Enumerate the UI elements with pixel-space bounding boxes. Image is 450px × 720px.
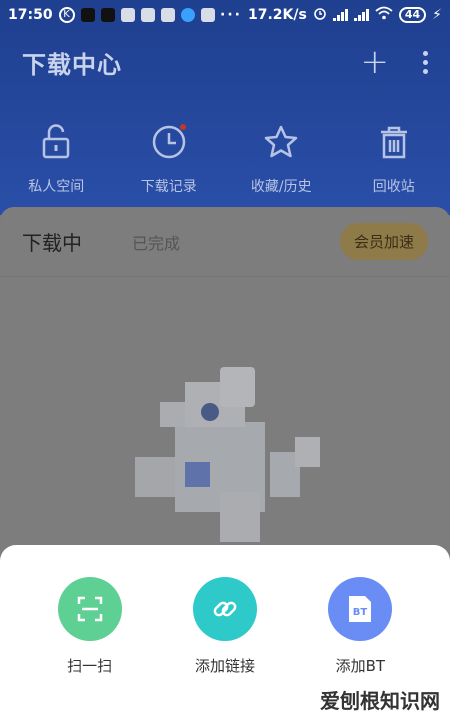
wifi-icon bbox=[375, 6, 393, 24]
battery-icon: 44 bbox=[398, 7, 427, 23]
app-icon bbox=[120, 8, 135, 22]
app-icon bbox=[160, 8, 175, 22]
notification-dot bbox=[180, 124, 186, 130]
page-title: 下载中心 bbox=[22, 50, 122, 79]
bt-circle[interactable]: BT bbox=[328, 577, 393, 641]
bt-icon: BT bbox=[349, 596, 372, 622]
network-speed: 17.2K/s bbox=[248, 7, 307, 23]
vip-speedup-button[interactable]: 会员加速 bbox=[339, 223, 428, 260]
link-icon bbox=[213, 601, 237, 617]
app-bar: 下载中心 + bbox=[0, 40, 450, 84]
action-label: 添加BT bbox=[335, 657, 386, 675]
bt-icon-text: BT bbox=[353, 607, 368, 618]
k-app-icon: K bbox=[58, 7, 75, 23]
more-menu-icon[interactable] bbox=[423, 50, 428, 74]
action-label: 扫一扫 bbox=[67, 657, 113, 675]
action-label: 添加链接 bbox=[194, 657, 255, 675]
notification-icons: K bbox=[58, 7, 215, 23]
tab-bar: 下载中 已完成 会员加速 bbox=[0, 207, 450, 277]
tab-downloading[interactable]: 下载中 bbox=[22, 227, 82, 256]
quick-actions: 私人空间 下载记录 收藏/历史 回收站 bbox=[0, 122, 450, 196]
download-history-button[interactable]: 下载记录 bbox=[113, 122, 226, 196]
scan-icon bbox=[77, 596, 102, 622]
scan-circle[interactable] bbox=[57, 577, 122, 641]
tiktok-icon bbox=[100, 8, 115, 22]
signal-icon bbox=[332, 9, 348, 21]
app-icon bbox=[140, 8, 155, 22]
link-circle[interactable] bbox=[192, 577, 257, 641]
trash-icon bbox=[380, 126, 407, 159]
alarm-icon bbox=[313, 6, 327, 24]
star-icon bbox=[265, 125, 298, 158]
unlock-icon bbox=[43, 124, 70, 159]
charging-icon: ⚡ bbox=[432, 7, 442, 23]
header-area: 17:50 K ··· 17.2K/s 44 ⚡ 下载中心 + 私人空间 下载记… bbox=[0, 0, 450, 215]
tiktok-icon bbox=[80, 8, 95, 22]
watermark: 爱刨根知识网 bbox=[320, 689, 440, 713]
add-bt-button[interactable]: BT 添加BT bbox=[300, 577, 420, 676]
download-panel: 下载中 已完成 会员加速 bbox=[0, 207, 450, 567]
quick-label: 收藏/历史 bbox=[250, 179, 312, 195]
empty-state-illustration bbox=[135, 367, 320, 542]
more-notifications-icon: ··· bbox=[220, 7, 242, 23]
recycle-bin-button[interactable]: 回收站 bbox=[338, 122, 450, 196]
quick-label: 回收站 bbox=[372, 179, 415, 195]
app-icon bbox=[180, 8, 195, 22]
tab-completed[interactable]: 已完成 bbox=[132, 230, 180, 254]
private-space-button[interactable]: 私人空间 bbox=[0, 122, 113, 196]
favorites-history-button[interactable]: 收藏/历史 bbox=[225, 122, 338, 196]
add-task-sheet: 扫一扫 添加链接 BT 添加BT 爱刨根知识网 bbox=[0, 545, 450, 720]
quick-label: 私人空间 bbox=[28, 179, 85, 195]
quick-label: 下载记录 bbox=[140, 179, 197, 195]
add-link-button[interactable]: 添加链接 bbox=[165, 577, 285, 676]
scan-button[interactable]: 扫一扫 bbox=[30, 577, 150, 676]
add-icon[interactable]: + bbox=[361, 45, 390, 79]
app-icon bbox=[200, 8, 215, 22]
signal-icon bbox=[353, 9, 369, 21]
status-bar: 17:50 K ··· 17.2K/s 44 ⚡ bbox=[0, 0, 450, 30]
status-time: 17:50 bbox=[8, 7, 53, 23]
